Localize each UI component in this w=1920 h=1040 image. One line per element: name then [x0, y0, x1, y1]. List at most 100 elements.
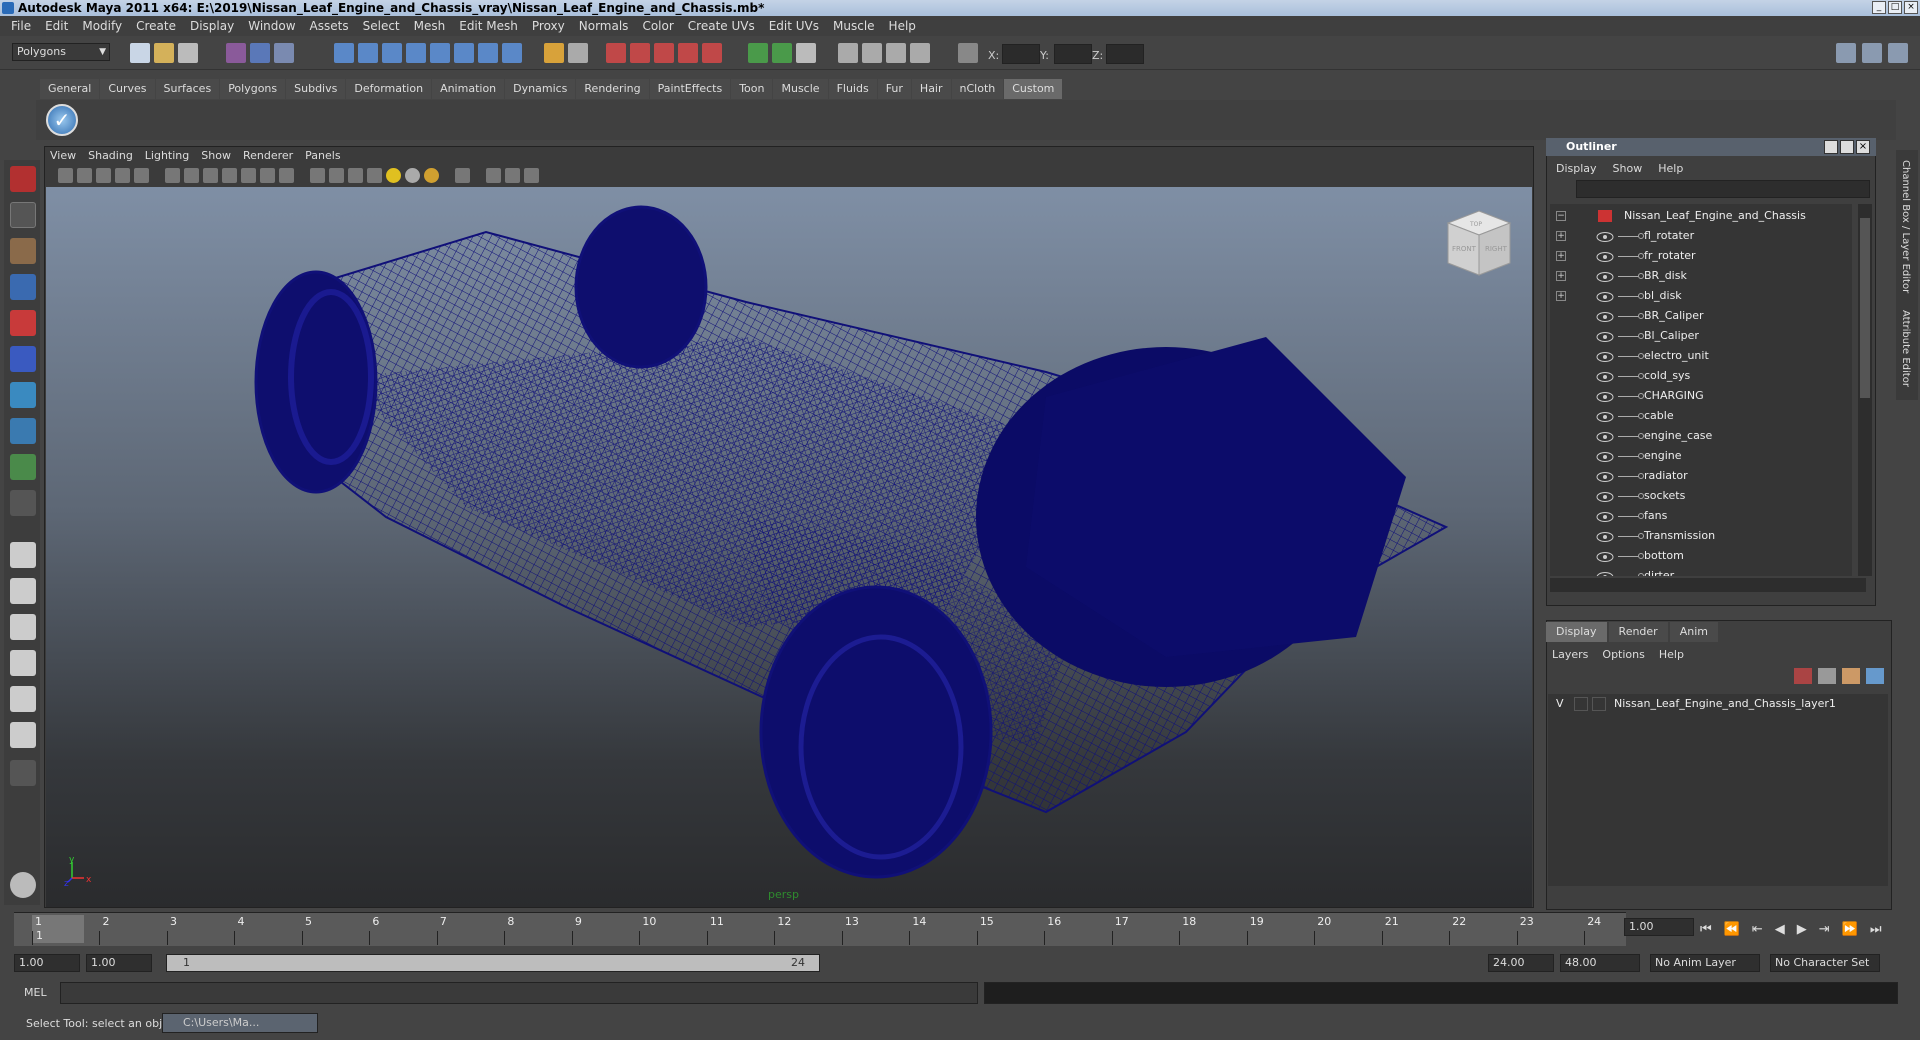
new-layer-icon[interactable]: [1818, 668, 1836, 684]
attribute-editor-tab[interactable]: Attribute Editor: [1900, 310, 1911, 387]
layout-outliner-icon[interactable]: [1888, 43, 1908, 63]
menu-create-uvs[interactable]: Create UVs: [681, 19, 762, 33]
outliner-item[interactable]: sockets: [1550, 486, 1852, 506]
menu-edit[interactable]: Edit: [38, 19, 75, 33]
layout-four-icon[interactable]: [1862, 43, 1882, 63]
outliner-item[interactable]: Transmission: [1550, 526, 1852, 546]
shelf-tab-deformation[interactable]: Deformation: [346, 79, 432, 99]
new-scene-icon[interactable]: [130, 43, 150, 63]
outliner-item[interactable]: + bl_disk: [1550, 286, 1852, 306]
shelf-tab-painteffects[interactable]: PaintEffects: [649, 79, 731, 99]
mel-input[interactable]: [60, 982, 978, 1004]
ui-element-icon[interactable]: [838, 43, 858, 63]
layer-visibility-toggle[interactable]: V: [1556, 694, 1564, 714]
menu-set-dropdown[interactable]: Polygons ▼: [12, 43, 110, 61]
minimize-button[interactable]: _: [1872, 1, 1886, 14]
ipr-render-icon[interactable]: [630, 43, 650, 63]
transform-mode-icon[interactable]: [958, 43, 978, 63]
perspective-viewport[interactable]: [46, 187, 1532, 907]
select-hierarchy-icon[interactable]: [226, 43, 246, 63]
character-set-dropdown[interactable]: No Character Set: [1770, 954, 1880, 972]
layer-template-toggle[interactable]: [1574, 697, 1588, 711]
select-object-icon[interactable]: [250, 43, 270, 63]
outliner-item[interactable]: cold_sys: [1550, 366, 1852, 386]
menu-assets[interactable]: Assets: [303, 19, 356, 33]
new-layer-selected-icon[interactable]: [1794, 668, 1812, 684]
menu-select[interactable]: Select: [356, 19, 407, 33]
layer-tab-display[interactable]: Display: [1546, 622, 1607, 642]
channel-box-toggle-icon[interactable]: [910, 43, 930, 63]
collapse-icon[interactable]: −: [1556, 211, 1566, 221]
range-bar[interactable]: 1 24: [166, 954, 820, 972]
safe-action-icon[interactable]: [260, 168, 275, 183]
xray-icon[interactable]: [486, 168, 501, 183]
hypershade-icon[interactable]: [678, 43, 698, 63]
film-gate-icon[interactable]: [184, 168, 199, 183]
minimized-window-button[interactable]: C:\Users\Ma...: [162, 1013, 318, 1033]
playback-start-field[interactable]: 1.00: [86, 954, 152, 972]
shelf-tab-fluids[interactable]: Fluids: [828, 79, 877, 99]
menu-modify[interactable]: Modify: [75, 19, 129, 33]
outliner-menu-display[interactable]: Display: [1556, 162, 1597, 175]
menu-edit-mesh[interactable]: Edit Mesh: [452, 19, 525, 33]
soft-mod-tool-icon[interactable]: [10, 418, 36, 444]
layer-tab-anim[interactable]: Anim: [1669, 622, 1718, 642]
menu-help[interactable]: Help: [882, 19, 923, 33]
input-line-icon[interactable]: [748, 43, 768, 63]
play-backwards-button[interactable]: ◀: [1775, 922, 1785, 937]
outliner-item[interactable]: radiator: [1550, 466, 1852, 486]
muscle-icon[interactable]: [10, 872, 36, 898]
shelf-tab-rendering[interactable]: Rendering: [576, 79, 649, 99]
animation-end-field[interactable]: 48.00: [1560, 954, 1640, 972]
outliner-item[interactable]: CHARGING: [1550, 386, 1852, 406]
snap-grid-icon[interactable]: [334, 43, 354, 63]
expand-icon[interactable]: +: [1556, 291, 1566, 301]
outliner-item[interactable]: + BR_disk: [1550, 266, 1852, 286]
go-to-end-button[interactable]: ⏭: [1870, 922, 1882, 937]
outliner-menu-show[interactable]: Show: [1613, 162, 1643, 175]
layer-row[interactable]: V Nissan_Leaf_Engine_and_Chassis_layer1: [1548, 694, 1888, 714]
shelf-tab-polygons[interactable]: Polygons: [220, 79, 286, 99]
show-manipulator-icon[interactable]: [10, 454, 36, 480]
maximize-button[interactable]: □: [1888, 1, 1902, 14]
all-lights-icon[interactable]: [405, 168, 420, 183]
menu-file[interactable]: File: [4, 19, 38, 33]
shelf-tab-subdivs[interactable]: Subdivs: [286, 79, 346, 99]
outliner-item[interactable]: bottom: [1550, 546, 1852, 566]
lasso-tool-icon[interactable]: [10, 202, 36, 228]
shadows-icon[interactable]: [424, 168, 439, 183]
outliner-item[interactable]: engine_case: [1550, 426, 1852, 446]
last-tool-icon[interactable]: [10, 490, 36, 516]
layer-menu-help[interactable]: Help: [1659, 648, 1684, 661]
layout-single-icon[interactable]: [1836, 43, 1856, 63]
layout-single-pane-icon[interactable]: [10, 542, 36, 568]
hud-icon[interactable]: [524, 168, 539, 183]
z-coord-input[interactable]: [1106, 44, 1144, 64]
bookmark-icon[interactable]: [96, 168, 111, 183]
go-to-start-button[interactable]: ⏮: [1700, 922, 1712, 937]
move-layer-up-icon[interactable]: [1842, 668, 1860, 684]
xray-joints-icon[interactable]: [505, 168, 520, 183]
render-settings-icon[interactable]: [654, 43, 674, 63]
shelf-tab-general[interactable]: General: [40, 79, 100, 99]
snap-surface-icon[interactable]: [430, 43, 450, 63]
lock-icon[interactable]: [544, 43, 564, 63]
animation-start-field[interactable]: 1.00: [14, 954, 80, 972]
anim-layer-dropdown[interactable]: No Anim Layer: [1650, 954, 1760, 972]
outliner-menu-help[interactable]: Help: [1658, 162, 1683, 175]
snap-view-icon[interactable]: [406, 43, 426, 63]
expand-icon[interactable]: +: [1556, 271, 1566, 281]
layout-hypershade-icon[interactable]: [10, 686, 36, 712]
menu-create[interactable]: Create: [129, 19, 183, 33]
layer-menu-layers[interactable]: Layers: [1552, 648, 1588, 661]
viewport-menu-view[interactable]: View: [50, 149, 76, 162]
outliner-item[interactable]: Bl_Caliper: [1550, 326, 1852, 346]
layout-dopesheet-icon[interactable]: [10, 722, 36, 748]
move-layer-down-icon[interactable]: [1866, 668, 1884, 684]
input-mode-icon[interactable]: [772, 43, 792, 63]
outliner-item[interactable]: electro_unit: [1550, 346, 1852, 366]
outliner-item[interactable]: + fl_rotater: [1550, 226, 1852, 246]
menu-mesh[interactable]: Mesh: [407, 19, 453, 33]
move-tool-icon[interactable]: [10, 274, 36, 300]
viewport-menu-show[interactable]: Show: [201, 149, 231, 162]
